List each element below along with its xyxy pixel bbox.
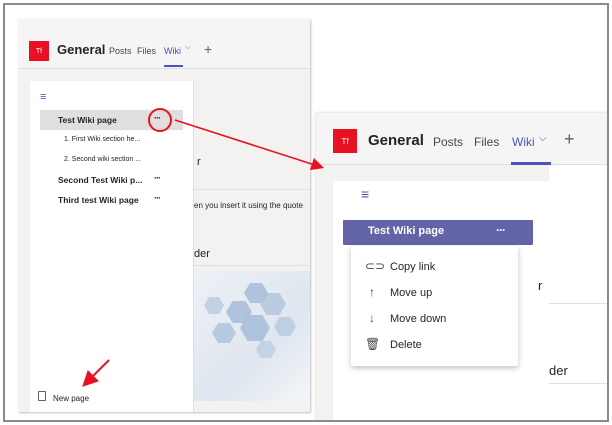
- tab-wiki[interactable]: Wiki: [164, 46, 181, 56]
- tab-posts[interactable]: Posts: [433, 135, 463, 149]
- page-item-test-wiki[interactable]: Test Wiki page: [58, 115, 117, 125]
- menu-item-move-down[interactable]: ↓ Move down: [351, 306, 518, 332]
- section-item-1[interactable]: 1. First Wiki section he...: [64, 136, 140, 143]
- tab-files[interactable]: Files: [474, 135, 499, 149]
- tab-files[interactable]: Files: [137, 46, 156, 56]
- tab-underline: [511, 162, 551, 165]
- menu-item-move-up[interactable]: ↑ Move up: [351, 280, 518, 306]
- menu-item-label: Copy link: [390, 261, 436, 273]
- divider: [549, 383, 607, 384]
- channel-title: General: [368, 132, 424, 149]
- left-screenshot: Tf General Posts Files Wiki ⌵ + ≡ Test W…: [18, 19, 310, 412]
- add-tab-icon[interactable]: +: [564, 129, 575, 150]
- team-avatar[interactable]: Tf: [29, 41, 49, 61]
- page-item-test-wiki[interactable]: Test Wiki page: [368, 225, 444, 237]
- link-icon: ⊂⊃: [365, 259, 386, 273]
- arrow-down-icon: ↓: [369, 311, 375, 325]
- right-screenshot: Tf General Posts Files Wiki ⌵ + ≡ Test W…: [316, 113, 607, 420]
- chevron-down-icon[interactable]: ⌵: [185, 44, 190, 52]
- more-options-icon[interactable]: ···: [496, 223, 506, 237]
- annotation-circle: [148, 108, 172, 132]
- menu-item-copy-link[interactable]: ⊂⊃ Copy link: [351, 254, 518, 280]
- tab-underline: [164, 65, 183, 67]
- page-content-text: der: [549, 363, 568, 378]
- page-item-third-test[interactable]: Third test Wiki page: [58, 195, 139, 205]
- page-content-text: en you insert it using the quote: [194, 201, 303, 210]
- divider: [194, 189, 310, 190]
- trash-icon: 🗑: [365, 337, 381, 351]
- hamburger-menu-icon[interactable]: ≡: [40, 91, 46, 103]
- arrow-up-icon: ↑: [369, 285, 375, 299]
- section-item-2[interactable]: 2. Second wiki section ...: [64, 156, 141, 163]
- page-item-second-test[interactable]: Second Test Wiki p...: [58, 175, 142, 185]
- menu-item-label: Move down: [390, 313, 447, 325]
- page-content-text: r: [538, 278, 543, 293]
- chevron-down-icon[interactable]: ⌵: [539, 133, 547, 144]
- more-options-icon[interactable]: ···: [154, 173, 161, 183]
- channel-title: General: [57, 42, 106, 57]
- hexagon-image: [194, 271, 310, 401]
- wiki-page-list: [30, 81, 194, 412]
- menu-item-label: Delete: [390, 339, 422, 351]
- hamburger-menu-icon[interactable]: ≡: [361, 186, 369, 202]
- divider: [194, 265, 310, 266]
- page-content-text: der: [194, 248, 210, 260]
- more-options-icon[interactable]: ···: [154, 193, 161, 203]
- figure-frame: Tf General Posts Files Wiki ⌵ + ≡ Test W…: [3, 3, 609, 422]
- tab-wiki[interactable]: Wiki: [512, 135, 535, 149]
- page-content-text: r: [197, 156, 201, 168]
- add-tab-icon[interactable]: +: [204, 41, 212, 57]
- divider: [549, 303, 607, 304]
- tab-posts[interactable]: Posts: [109, 46, 132, 56]
- menu-item-label: Move up: [390, 287, 433, 299]
- page-context-menu: ⊂⊃ Copy link ↑ Move up ↓ Move down 🗑 Del…: [351, 246, 518, 366]
- menu-item-delete[interactable]: 🗑 Delete: [351, 332, 518, 358]
- new-page-icon[interactable]: [38, 391, 46, 401]
- team-avatar[interactable]: Tf: [333, 129, 357, 153]
- new-page-button[interactable]: New page: [53, 394, 89, 403]
